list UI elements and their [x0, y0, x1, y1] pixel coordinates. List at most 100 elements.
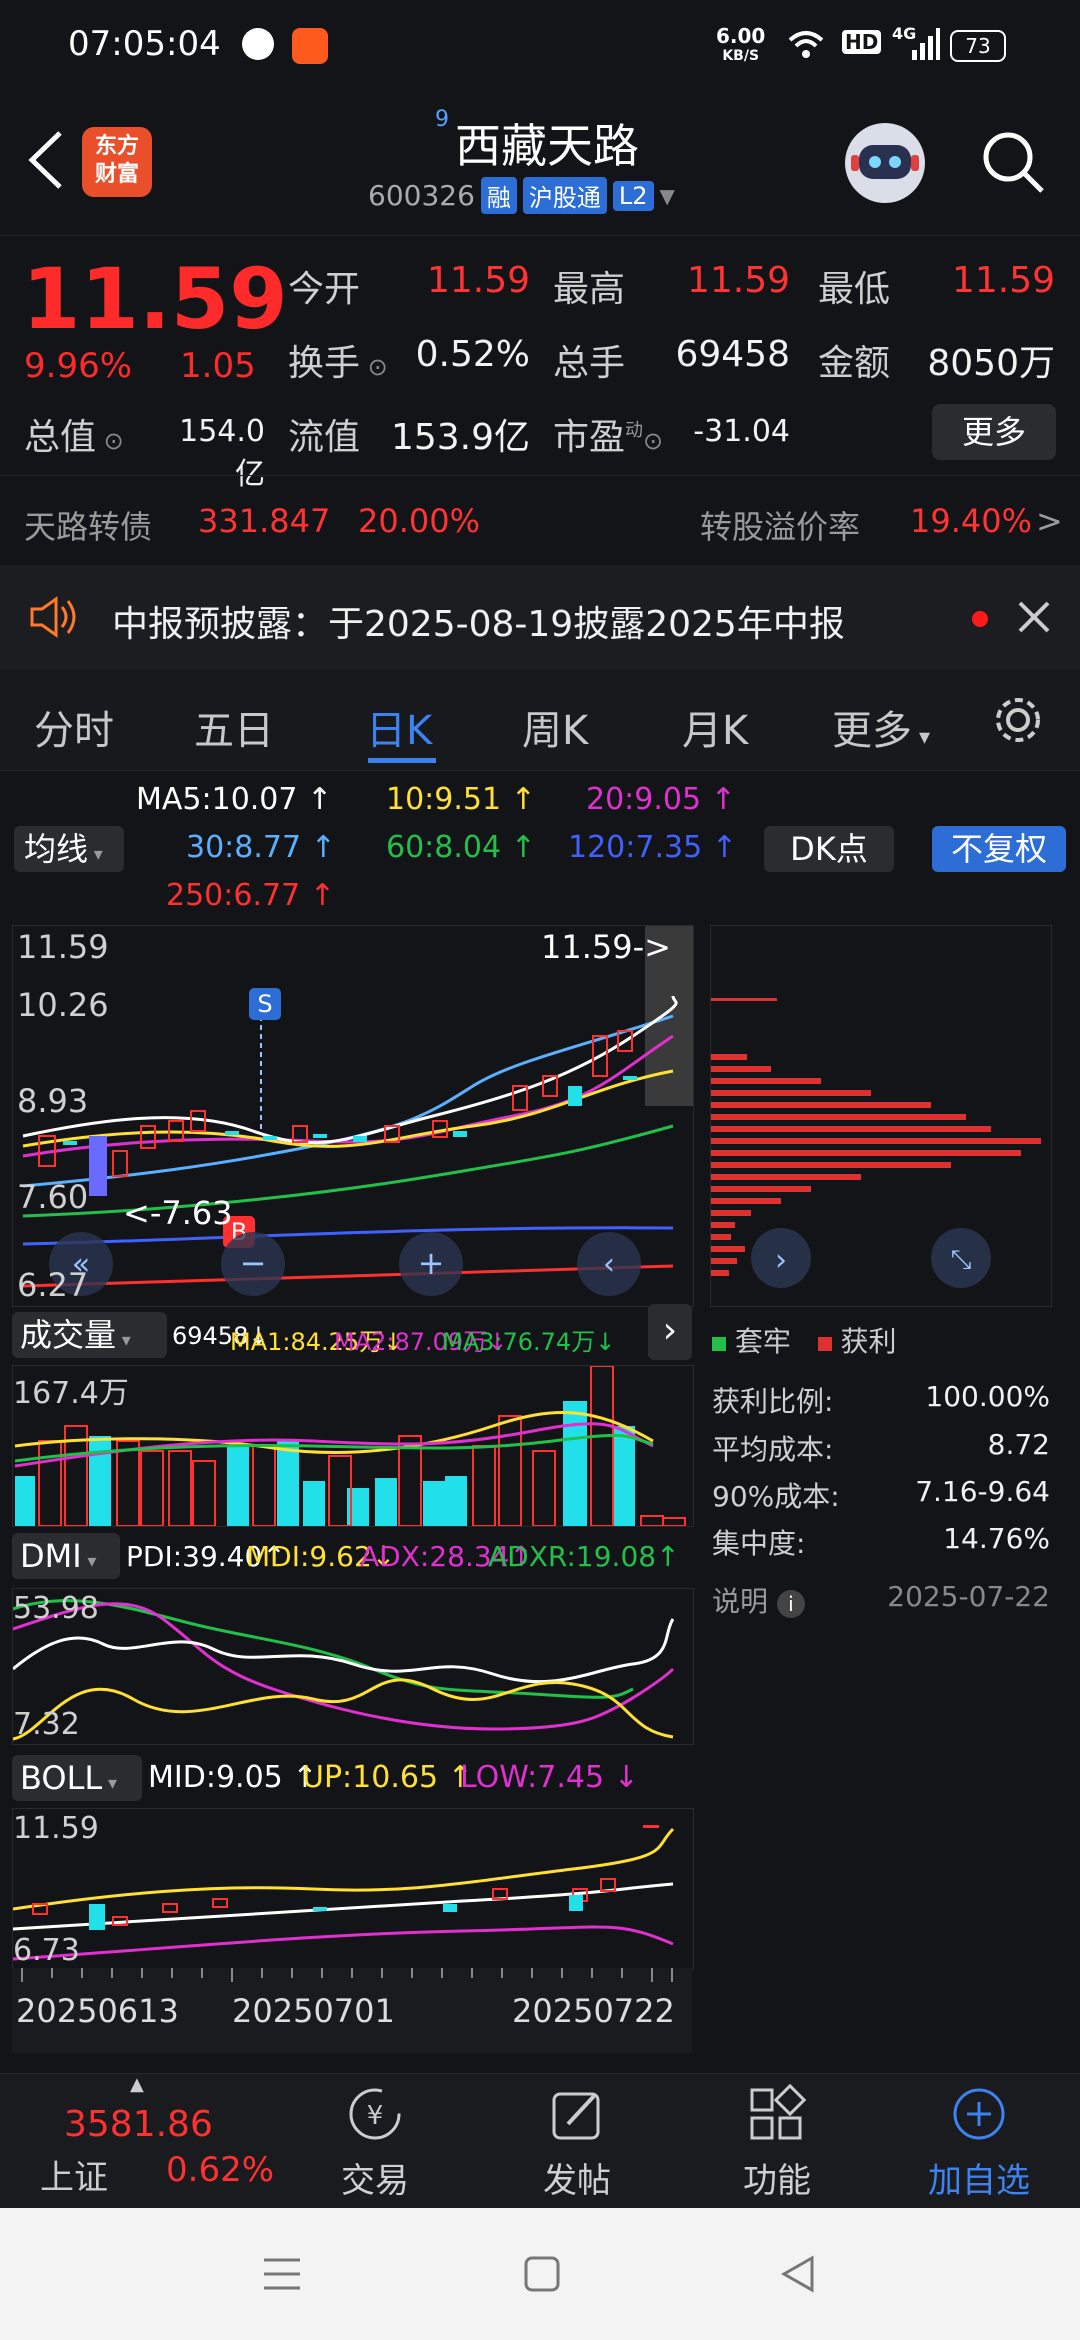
date-label-end: 20250722: [512, 1992, 675, 2030]
date-label-start: 20250613: [16, 1992, 179, 2030]
info-icon: i: [776, 1590, 805, 1618]
settings-gear-icon[interactable]: [990, 692, 1046, 752]
svg-text:+: +: [418, 1244, 445, 1282]
next-indicator-button[interactable]: ›: [648, 1304, 692, 1360]
chip-profit-ratio-label: 获利比例:: [712, 1385, 834, 1418]
bond-pct: 20.00%: [358, 502, 481, 540]
dk-point-button[interactable]: DK点: [764, 826, 894, 872]
dmi-panel[interactable]: 53.98 7.32: [12, 1588, 694, 1745]
trade-icon: ¥: [349, 2088, 401, 2140]
back-nav-icon[interactable]: [778, 2254, 818, 2298]
index-name: 上证: [40, 2158, 108, 2198]
svg-text:¥: ¥: [367, 2101, 384, 2131]
ma5-value: MA5:10.07 ↑: [136, 782, 333, 817]
stock-name[interactable]: 西藏天路: [455, 110, 639, 176]
boll-mid: MID:9.05 ↑: [148, 1760, 318, 1795]
pe-value: -31.04: [693, 414, 790, 449]
battery-icon: 73: [950, 30, 1006, 62]
app-notification-icon: [242, 28, 274, 60]
volume-label: 总手: [553, 343, 626, 384]
svg-text:−: −: [240, 1244, 267, 1282]
notice-bar[interactable]: 中报预披露：于2025-08-19披露2025年中报: [0, 565, 1080, 670]
volume-value: 69458: [675, 334, 790, 375]
trade-button[interactable]: ¥ 交易: [310, 2084, 440, 2202]
close-icon[interactable]: [1014, 591, 1054, 645]
chip-distribution-chart: › ⤡: [711, 998, 1041, 1288]
svg-text:‹: ‹: [603, 1247, 615, 1282]
app-logo: 东方 财富: [82, 127, 152, 197]
header: 东方 财富 9 西藏天路 600326 融 沪股通 L2 ▼: [0, 95, 1080, 235]
boll-y-top: 11.59: [13, 1811, 99, 1846]
notice-text: 中报预披露：于2025-08-19披露2025年中报: [112, 604, 845, 645]
vol-ma3: MA3:76.74万↓: [442, 1328, 616, 1356]
low-price-marker: <-7.63: [123, 1194, 233, 1232]
speaker-icon: [28, 595, 80, 643]
premium-value: 19.40%: [910, 502, 1033, 540]
chevron-left-icon: [28, 131, 62, 189]
chip-legend: 套牢 获利: [712, 1320, 897, 1360]
tab-intraday[interactable]: 分时: [34, 698, 114, 756]
system-nav-bar: [0, 2208, 1080, 2340]
volume-y-top: 167.4万: [13, 1376, 129, 1411]
more-button[interactable]: 更多: [932, 404, 1056, 460]
date-axis: 20250613 20250701 20250722: [12, 1968, 692, 2053]
ma60-value: 60:8.04 ↑: [386, 830, 536, 865]
tab-weekly-k[interactable]: 周K: [522, 698, 588, 756]
chip-90-cost-label: 90%成本:: [712, 1480, 840, 1513]
convertible-bond-row[interactable]: 天路转债 331.847 20.00% 转股溢价率 19.40% >: [0, 475, 1080, 566]
search-icon: [983, 132, 1044, 193]
price-adjust-button[interactable]: 不复权: [932, 826, 1066, 872]
chip-profit-ratio-value: 100.00%: [925, 1380, 1050, 1413]
kline-panel[interactable]: S B « − + ‹ 11.59 10.26 8.93 7.60 6.27 1…: [12, 925, 694, 1307]
ma30-value: 30:8.77 ↑: [186, 830, 336, 865]
kline-y-top: 11.59: [17, 928, 109, 966]
volume-panel[interactable]: 167.4万: [12, 1365, 694, 1527]
bond-price: 331.847: [198, 502, 331, 540]
net-speed: 6.00 KB/S: [716, 24, 766, 64]
open-value: 11.59: [426, 260, 530, 301]
volume-selector-button[interactable]: 成交量 ▾: [12, 1312, 167, 1358]
dropdown-triangle-icon: ▼: [659, 183, 675, 208]
dmi-selector-button[interactable]: DMI ▾: [12, 1533, 120, 1579]
post-button[interactable]: 发帖: [512, 2084, 642, 2202]
home-icon[interactable]: [522, 2254, 562, 2298]
mcap-label: 总值 ⊙: [24, 417, 124, 458]
tab-five-day[interactable]: 五日: [194, 698, 274, 756]
index-value[interactable]: 3581.86: [64, 2104, 213, 2145]
unread-dot: [972, 611, 988, 627]
boll-selector-button[interactable]: BOLL ▾: [12, 1755, 142, 1801]
ma-selector-button[interactable]: 均线 ▾: [14, 826, 124, 872]
up-caret-icon: ▲: [130, 2074, 144, 2095]
chip-avg-cost-value: 8.72: [987, 1428, 1050, 1461]
tag-l2: L2: [612, 180, 654, 211]
add-watchlist-button[interactable]: 加自选: [914, 2084, 1044, 2202]
menu-icon[interactable]: [262, 2254, 302, 2298]
change-percent: 9.96%: [24, 346, 133, 386]
ma20-value: 20:9.05 ↑: [586, 782, 736, 817]
search-button[interactable]: [978, 127, 1048, 197]
status-bar: 07:05:04 6.00 KB/S HD 4G 73: [0, 0, 1080, 95]
chip-note[interactable]: 说明 i: [712, 1580, 805, 1620]
tab-more[interactable]: 更多 ▾: [832, 698, 930, 756]
boll-chart: [12, 1825, 675, 1961]
chip-distribution-panel[interactable]: › ⤡: [710, 925, 1052, 1307]
index-pct: 0.62%: [166, 2150, 275, 2190]
change-amount: 1.05: [180, 346, 256, 386]
date-label-mid: 20250701: [232, 1992, 395, 2030]
low-label: 最低: [818, 269, 891, 310]
grid-icon: [750, 2083, 807, 2140]
chip-concentration-value: 14.76%: [943, 1522, 1050, 1555]
high-label: 最高: [553, 269, 626, 310]
tab-monthly-k[interactable]: 月K: [682, 698, 748, 756]
ma120-value: 120:7.35 ↑: [568, 830, 737, 865]
float-label: 流值: [288, 417, 361, 458]
tab-daily-k[interactable]: 日K: [366, 698, 432, 756]
status-time: 07:05:04: [68, 24, 221, 64]
boll-panel[interactable]: 11.59 6.73: [12, 1808, 694, 1970]
tag-connect: 沪股通: [522, 177, 607, 214]
robot-assistant-icon[interactable]: [845, 123, 925, 203]
back-button[interactable]: [18, 125, 78, 195]
stock-code-row[interactable]: 600326 融 沪股通 L2 ▼: [368, 177, 675, 214]
dmi-y-top: 53.98: [13, 1591, 99, 1626]
functions-button[interactable]: 功能: [712, 2083, 842, 2202]
